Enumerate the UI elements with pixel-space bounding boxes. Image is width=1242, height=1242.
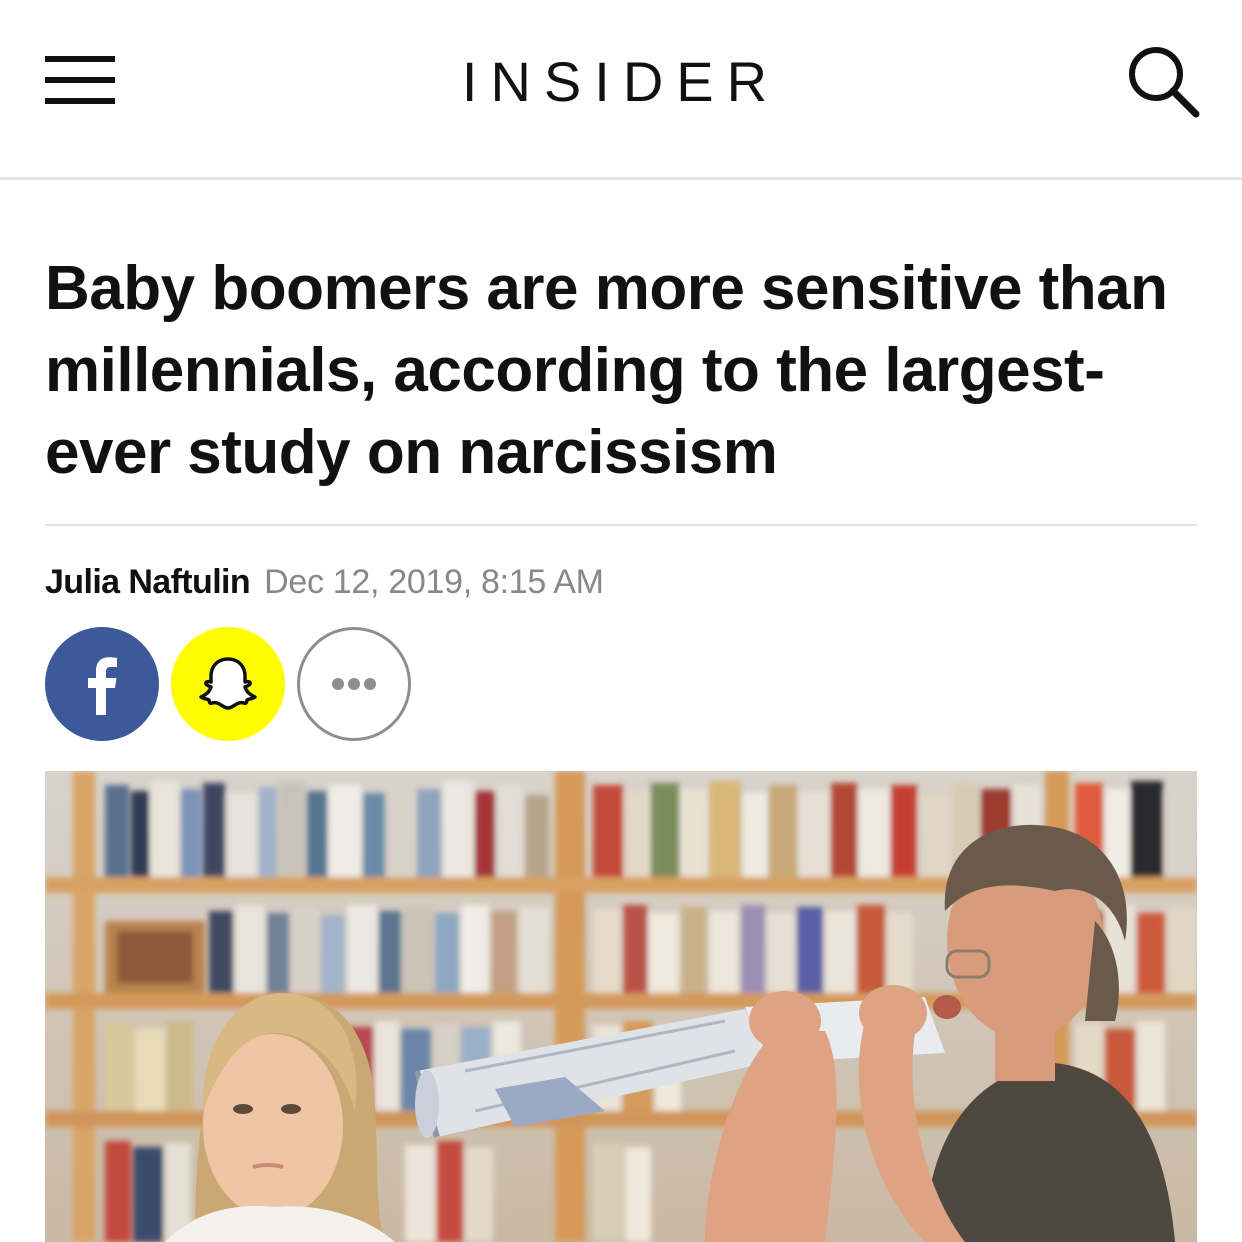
ellipsis-icon bbox=[332, 678, 376, 690]
hero-image bbox=[45, 771, 1197, 1242]
more-share-button[interactable] bbox=[297, 627, 411, 741]
byline: Julia Naftulin Dec 12, 2019, 8:15 AM bbox=[45, 560, 604, 604]
article-headline: Baby boomers are more sensitive than mil… bbox=[45, 254, 1168, 487]
headline-divider bbox=[45, 524, 1197, 526]
site-logo[interactable]: INSIDER bbox=[0, 50, 1242, 114]
facebook-share-button[interactable] bbox=[45, 627, 159, 741]
author-name[interactable]: Julia Naftulin bbox=[45, 563, 251, 601]
snapchat-share-button[interactable] bbox=[171, 627, 285, 741]
facebook-icon bbox=[88, 657, 117, 715]
search-icon[interactable] bbox=[1122, 40, 1202, 120]
snapchat-ghost-icon bbox=[199, 657, 257, 710]
publish-date: Dec 12, 2019, 8:15 AM bbox=[264, 563, 604, 601]
site-header: INSIDER bbox=[0, 0, 1242, 180]
